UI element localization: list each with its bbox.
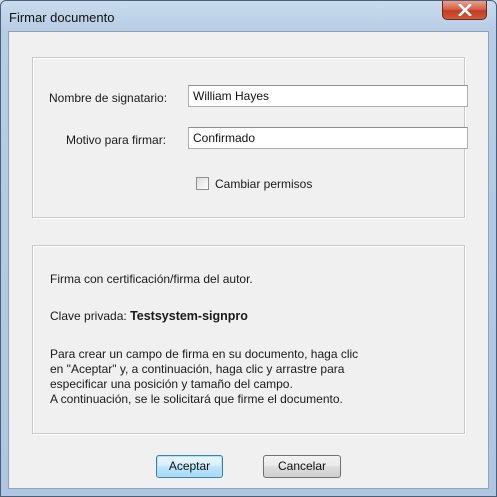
close-button[interactable] (442, 1, 487, 20)
dialog-window: Firmar documento Nombre de signatario: M… (0, 0, 497, 497)
private-key-value: Testsystem-signpro (130, 309, 248, 323)
instruction-line: en "Aceptar" y, a continuación, haga cli… (50, 362, 345, 376)
signer-name-label: Nombre de signatario: (49, 91, 168, 105)
instruction-line: Para crear un campo de firma en su docum… (50, 347, 359, 361)
private-key-label: Clave privada: (50, 309, 127, 323)
change-permissions-checkbox[interactable] (196, 177, 209, 190)
window-title: Firmar documento (9, 10, 115, 25)
dialog-body: Nombre de signatario: Motivo para firmar… (8, 31, 489, 489)
certification-text: Firma con certificación/firma del autor. (50, 272, 253, 286)
reason-label: Motivo para firmar: (66, 133, 167, 147)
instructions-text: Para crear un campo de firma en su docum… (50, 347, 450, 407)
accept-button[interactable]: Aceptar (156, 455, 223, 478)
signer-name-input[interactable] (188, 85, 468, 107)
private-key-line: Clave privada: Testsystem-signpro (50, 309, 248, 323)
instruction-line: A continuación, se le solicitará que fir… (50, 392, 343, 406)
title-bar[interactable]: Firmar documento (1, 1, 496, 31)
change-permissions-label[interactable]: Cambiar permisos (215, 177, 312, 191)
instruction-line: especificar una posición y tamaño del ca… (50, 377, 293, 391)
cancel-button[interactable]: Cancelar (263, 455, 341, 478)
reason-input[interactable] (188, 127, 468, 149)
